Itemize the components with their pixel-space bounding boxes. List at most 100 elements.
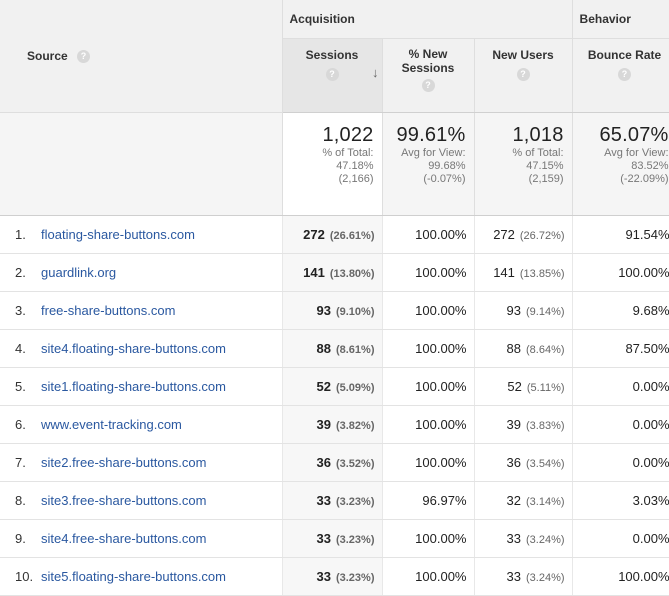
source-cell: 8. site3.free-share-buttons.com	[0, 481, 283, 520]
source-column-header[interactable]: Source ?	[0, 0, 283, 113]
summary-bounce-rate-value: 65.07%	[599, 124, 669, 146]
summary-new-users-total: (2,159)	[528, 173, 564, 185]
bounce-rate-value: 0.00%	[632, 379, 669, 394]
new-users-cell: 33 (3.24%)	[474, 557, 573, 596]
summary-bounce-rate: 65.07% Avg for View: 83.52% (-22.09%)	[572, 112, 669, 216]
help-icon[interactable]: ?	[77, 50, 91, 64]
sessions-column-header[interactable]: Sessions ↓ ?	[282, 38, 383, 113]
pct-new-sessions-value: 100.00%	[415, 455, 467, 470]
bounce-rate-value: 91.54%	[625, 227, 669, 242]
new-users-value: 52	[507, 379, 522, 394]
new-users-percent: (8.64%)	[526, 344, 565, 356]
sessions-value: 33	[316, 569, 331, 584]
source-cell: 5. site1.floating-share-buttons.com	[0, 367, 283, 406]
pct-new-sessions-value: 100.00%	[415, 341, 467, 356]
analytics-report-table: Source ? Acquisition Behavior Sessions ↓…	[0, 0, 669, 596]
table-row: 2. guardlink.org 141 (13.80%) 100.00% 141 (13.…	[0, 253, 669, 292]
pct-new-sessions-value: 100.00%	[415, 265, 467, 280]
new-users-column-header[interactable]: New Users ?	[474, 38, 573, 113]
sessions-percent: (3.23%)	[335, 496, 375, 508]
summary-pct-new-sessions: 99.61% Avg for View: 99.68% (-0.07%)	[382, 112, 475, 216]
sessions-cell: 141 (13.80%)	[282, 253, 383, 292]
source-link[interactable]: floating-share-buttons.com	[41, 227, 195, 242]
source-link[interactable]: site4.floating-share-buttons.com	[41, 341, 226, 356]
sessions-cell: 88 (8.61%)	[282, 329, 383, 368]
sessions-cell: 39 (3.82%)	[282, 405, 383, 444]
bounce-rate-value: 0.00%	[632, 531, 669, 546]
row-index: 9.	[15, 531, 26, 546]
new-users-value: 93	[506, 303, 521, 318]
summary-bounce-rate-avg: 83.52%	[631, 160, 669, 172]
source-link[interactable]: site2.free-share-buttons.com	[41, 455, 206, 470]
pct-new-sessions-value: 100.00%	[415, 227, 467, 242]
pct-new-sessions-value: 100.00%	[415, 303, 467, 318]
sessions-value: 52	[316, 379, 331, 394]
summary-new-users: 1,018 % of Total: 47.15% (2,159)	[474, 112, 573, 216]
new-users-percent: (9.14%)	[526, 306, 565, 318]
new-users-value: 33	[506, 531, 521, 546]
pct-new-sessions-cell: 96.97%	[382, 481, 475, 520]
pct-new-sessions-column-header[interactable]: % New Sessions ?	[382, 38, 475, 113]
new-users-cell: 93 (9.14%)	[474, 291, 573, 330]
help-icon[interactable]: ?	[325, 68, 339, 82]
bounce-rate-column-header[interactable]: Bounce Rate ?	[572, 38, 669, 113]
bounce-rate-cell: 100.00%	[572, 557, 669, 596]
new-users-cell: 39 (3.83%)	[474, 405, 573, 444]
source-link[interactable]: www.event-tracking.com	[41, 417, 182, 432]
new-users-cell: 272 (26.72%)	[474, 215, 573, 254]
source-link[interactable]: site1.floating-share-buttons.com	[41, 379, 226, 394]
summary-sessions: 1,022 % of Total: 47.18% (2,166)	[282, 112, 383, 216]
sessions-value: 88	[316, 341, 331, 356]
bounce-rate-cell: 0.00%	[572, 405, 669, 444]
sessions-cell: 52 (5.09%)	[282, 367, 383, 406]
help-icon[interactable]: ?	[516, 68, 530, 82]
sort-descending-icon[interactable]: ↓	[372, 65, 379, 80]
acquisition-group-header: Acquisition	[282, 0, 573, 39]
sessions-percent: (3.23%)	[335, 572, 375, 584]
sessions-cell: 33 (3.23%)	[282, 519, 383, 558]
row-index: 3.	[15, 303, 26, 318]
source-cell: 2. guardlink.org	[0, 253, 283, 292]
table-row: 6. www.event-tracking.com 39 (3.82%) 100.00%…	[0, 405, 669, 444]
table-row: 8. site3.free-share-buttons.com 33 (3.23%) 9…	[0, 481, 669, 520]
pct-new-sessions-cell: 100.00%	[382, 291, 475, 330]
bounce-rate-value: 100.00%	[618, 265, 669, 280]
sessions-percent: (3.52%)	[335, 458, 375, 470]
pct-new-sessions-value: 100.00%	[415, 379, 467, 394]
sessions-cell: 33 (3.23%)	[282, 481, 383, 520]
source-link[interactable]: guardlink.org	[41, 265, 116, 280]
help-icon[interactable]: ?	[618, 68, 632, 82]
summary-sessions-value: 1,022	[322, 124, 374, 146]
help-icon[interactable]: ?	[421, 79, 435, 93]
source-link[interactable]: site3.free-share-buttons.com	[41, 493, 206, 508]
row-index: 7.	[15, 455, 26, 470]
sessions-cell: 93 (9.10%)	[282, 291, 383, 330]
pct-new-sessions-value: 100.00%	[415, 531, 467, 546]
row-index: 4.	[15, 341, 26, 356]
pct-new-sessions-cell: 100.00%	[382, 329, 475, 368]
table-row: 10. site5.floating-share-buttons.com 33 (3.…	[0, 557, 669, 596]
summary-new-users-caption: % of Total:	[512, 147, 564, 159]
sessions-value: 39	[316, 417, 331, 432]
new-users-percent: (26.72%)	[519, 230, 565, 242]
source-link[interactable]: free-share-buttons.com	[41, 303, 175, 318]
sessions-value: 33	[316, 493, 331, 508]
new-users-percent: (3.54%)	[526, 458, 565, 470]
summary-pct-new-sessions-delta: (-0.07%)	[423, 173, 466, 185]
new-users-cell: 33 (3.24%)	[474, 519, 573, 558]
new-users-percent: (3.14%)	[526, 496, 565, 508]
source-link[interactable]: site5.floating-share-buttons.com	[41, 569, 226, 584]
bounce-rate-value: 9.68%	[632, 303, 669, 318]
pct-new-sessions-cell: 100.00%	[382, 443, 475, 482]
sessions-value: 36	[316, 455, 331, 470]
summary-pct-new-sessions-avg: 99.68%	[428, 160, 466, 172]
new-users-percent: (3.24%)	[526, 534, 565, 546]
behavior-group-header: Behavior	[572, 0, 669, 39]
pct-new-sessions-value: 96.97%	[422, 493, 467, 508]
table-row: 3. free-share-buttons.com 93 (9.10%) 100.00%…	[0, 291, 669, 330]
row-index: 10.	[15, 569, 34, 584]
bounce-rate-cell: 100.00%	[572, 253, 669, 292]
summary-bounce-rate-delta: (-22.09%)	[620, 173, 669, 185]
new-users-value: 36	[506, 455, 521, 470]
source-link[interactable]: site4.free-share-buttons.com	[41, 531, 206, 546]
